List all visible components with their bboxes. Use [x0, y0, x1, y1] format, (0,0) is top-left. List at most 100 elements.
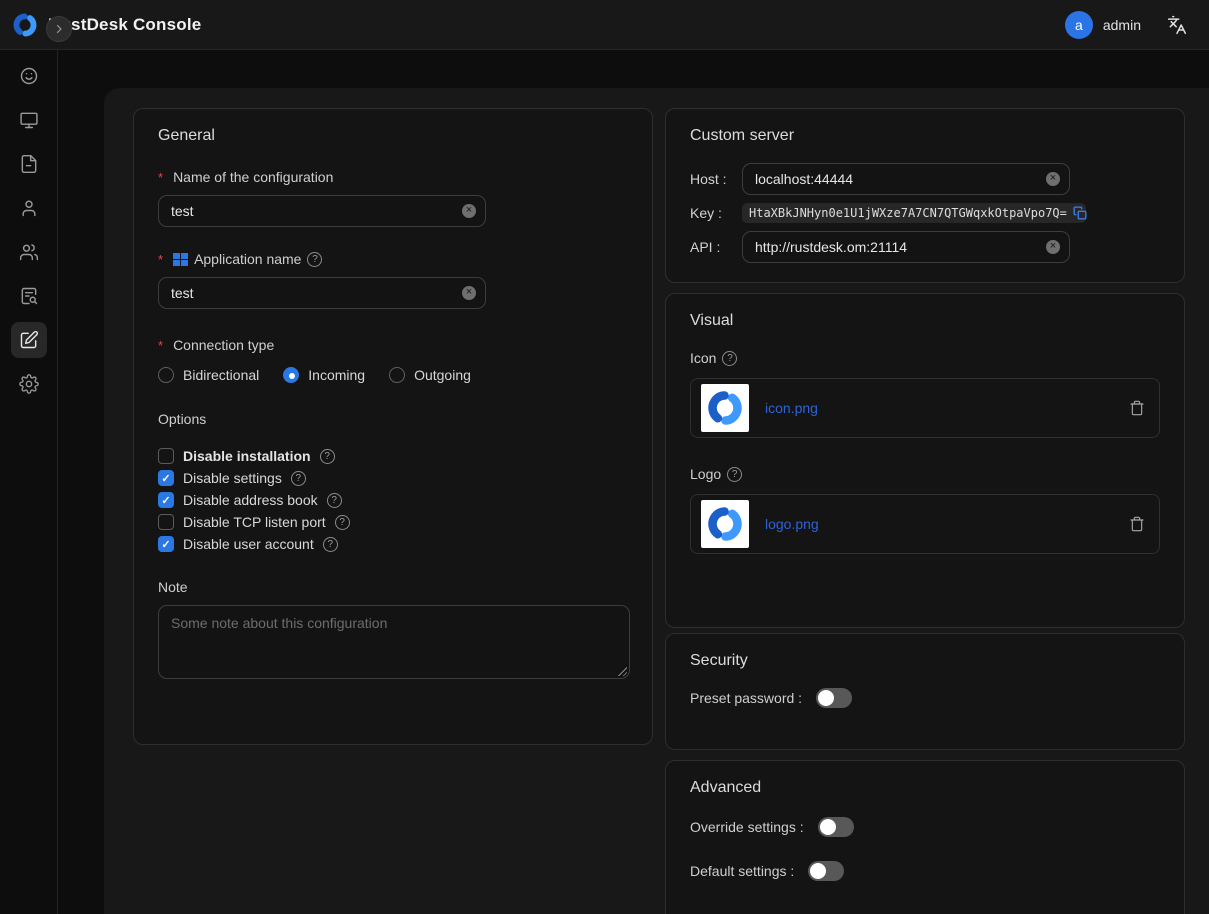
trash-icon[interactable] [1129, 516, 1145, 532]
document-icon [11, 146, 47, 182]
checkbox[interactable] [158, 470, 174, 486]
option-label: Disable installation [183, 448, 311, 464]
logo-label: Logo [690, 466, 1160, 482]
sidebar-item-groups[interactable] [0, 230, 58, 274]
preset-password-label: Preset password : [690, 690, 802, 706]
main-content: General Name of the configuration Applic… [104, 88, 1209, 914]
help-icon[interactable] [727, 467, 742, 482]
option-label: Disable address book [183, 492, 318, 508]
top-bar: RustDesk Console a admin [0, 0, 1209, 50]
help-icon[interactable] [722, 351, 737, 366]
translate-icon[interactable] [1167, 15, 1187, 35]
application-name-field [158, 277, 486, 309]
logo-preview [701, 500, 749, 548]
application-name-label: Application name [158, 251, 628, 267]
key-field: HtaXBkJNHyn0e1U1jWXze7A7CN7QTGWqxkOtpaVp… [742, 203, 1086, 223]
security-title: Security [690, 652, 1160, 670]
security-card: Security Preset password : [665, 633, 1185, 750]
users-icon [11, 234, 47, 270]
resize-handle-icon[interactable] [617, 666, 627, 676]
preset-password-toggle[interactable] [816, 688, 852, 708]
key-value: HtaXBkJNHyn0e1U1jWXze7A7CN7QTGWqxkOtpaVp… [749, 206, 1067, 220]
default-settings-row: Default settings : [690, 861, 1160, 881]
preset-password-row: Preset password : [690, 688, 1160, 708]
sidebar-item-dashboard[interactable] [0, 54, 58, 98]
sidebar-item-custom-client[interactable] [0, 318, 58, 362]
option-label: Disable settings [183, 470, 282, 486]
radio-icon[interactable] [158, 367, 174, 383]
help-icon[interactable] [327, 493, 342, 508]
sidebar-item-devices[interactable] [0, 98, 58, 142]
trash-icon[interactable] [1129, 400, 1145, 416]
default-settings-toggle[interactable] [808, 861, 844, 881]
api-row: API : [690, 231, 1160, 263]
clear-icon[interactable] [1046, 172, 1060, 186]
help-icon[interactable] [291, 471, 306, 486]
help-icon[interactable] [320, 449, 335, 464]
override-settings-toggle[interactable] [818, 817, 854, 837]
application-name-input[interactable] [158, 277, 486, 309]
help-icon[interactable] [335, 515, 350, 530]
checkbox[interactable] [158, 536, 174, 552]
help-icon[interactable] [307, 252, 322, 267]
sidebar [0, 50, 58, 914]
radio-icon[interactable] [283, 367, 299, 383]
host-label: Host : [690, 171, 742, 187]
sidebar-item-settings[interactable] [0, 362, 58, 406]
user-icon [11, 190, 47, 226]
radio-bidirectional[interactable]: Bidirectional [158, 367, 259, 383]
clear-icon[interactable] [1046, 240, 1060, 254]
icon-upload-row: icon.png [690, 378, 1160, 438]
option-disable-tcp-listen-port: Disable TCP listen port [158, 511, 628, 533]
api-field [742, 231, 1070, 263]
visual-title: Visual [690, 312, 1160, 330]
note-textarea[interactable] [158, 605, 630, 679]
connection-type-label: Connection type [158, 337, 628, 353]
note-label: Note [158, 579, 628, 595]
help-icon[interactable] [323, 537, 338, 552]
radio-icon[interactable] [389, 367, 405, 383]
clear-icon[interactable] [462, 204, 476, 218]
custom-server-title: Custom server [690, 127, 1160, 145]
general-card: General Name of the configuration Applic… [133, 108, 653, 745]
visual-card: Visual Icon icon.png Logo [665, 293, 1185, 628]
option-label: Disable TCP listen port [183, 514, 326, 530]
icon-file-link[interactable]: icon.png [765, 400, 818, 416]
edit-icon [11, 322, 47, 358]
clear-icon[interactable] [462, 286, 476, 300]
windows-icon [173, 253, 188, 266]
config-name-input[interactable] [158, 195, 486, 227]
note-field [158, 605, 630, 679]
required-asterisk [158, 169, 167, 185]
default-settings-label: Default settings : [690, 863, 794, 879]
custom-server-card: Custom server Host : Key : HtaXBkJNHyn0e… [665, 108, 1185, 283]
checkbox[interactable] [158, 492, 174, 508]
copy-icon[interactable] [1073, 206, 1087, 220]
option-label: Disable user account [183, 536, 314, 552]
user-menu[interactable]: a admin [1065, 11, 1141, 39]
sidebar-item-users[interactable] [0, 186, 58, 230]
logo-file-link[interactable]: logo.png [765, 516, 819, 532]
sidebar-item-audit[interactable] [0, 274, 58, 318]
smile-icon [11, 58, 47, 94]
api-input[interactable] [742, 231, 1070, 263]
override-settings-row: Override settings : [690, 817, 1160, 837]
radio-incoming[interactable]: Incoming [283, 367, 365, 383]
sidebar-expand-button[interactable] [46, 16, 72, 42]
icon-preview [701, 384, 749, 432]
advanced-card: Advanced Override settings : Default set… [665, 760, 1185, 914]
general-title: General [158, 127, 628, 145]
option-disable-user-account: Disable user account [158, 533, 628, 555]
brand: RustDesk Console [12, 12, 201, 38]
icon-label: Icon [690, 350, 1160, 366]
key-label: Key : [690, 205, 742, 221]
required-asterisk [158, 337, 167, 353]
avatar[interactable]: a [1065, 11, 1093, 39]
advanced-title: Advanced [690, 779, 1160, 797]
host-input[interactable] [742, 163, 1070, 195]
api-label: API : [690, 239, 742, 255]
sidebar-item-documents[interactable] [0, 142, 58, 186]
checkbox[interactable] [158, 514, 174, 530]
checkbox[interactable] [158, 448, 174, 464]
radio-outgoing[interactable]: Outgoing [389, 367, 471, 383]
